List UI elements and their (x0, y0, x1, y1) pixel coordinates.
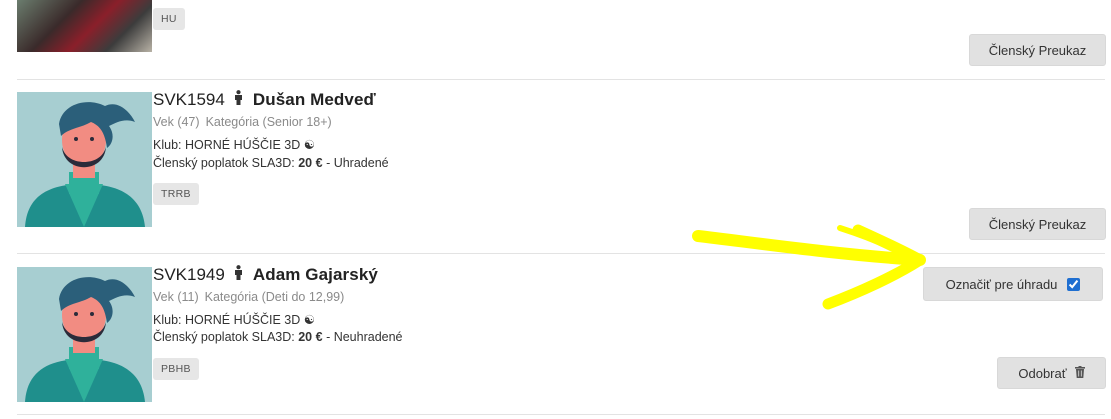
member-age: Vek (47) (153, 115, 200, 129)
club-name: HORNÉ HÚŠČIE 3D (184, 313, 301, 327)
fee-prefix: Členský poplatok SLA3D: (153, 156, 295, 170)
member-category: Kategória (Senior 18+) (205, 115, 332, 129)
member-fee: Členský poplatok SLA3D: 20 € - Neuhraden… (153, 330, 403, 344)
member-tag: HU (153, 8, 185, 30)
member-age: Vek (11) (153, 290, 199, 304)
remove-label: Odobrať (1018, 365, 1067, 381)
yin-yang-icon: ☯ (303, 313, 315, 327)
member-fee: Členský poplatok SLA3D: 20 € - Uhradené (153, 156, 389, 170)
mark-for-payment-label: Označiť pre úhradu (945, 276, 1058, 292)
person-icon (233, 90, 244, 110)
member-meta: Vek (47) Kategória (Senior 18+) (153, 115, 332, 129)
fee-status: - Uhradené (326, 156, 389, 170)
trash-icon (1074, 365, 1085, 381)
member-club: Klub: HORNÉ HÚŠČIE 3D ☯ (153, 137, 315, 152)
divider (17, 79, 1105, 80)
yin-yang-icon: ☯ (303, 138, 315, 152)
member-id: SVK1949 (153, 265, 225, 284)
divider (17, 414, 1105, 415)
mark-for-payment-button[interactable]: Označiť pre úhradu (923, 267, 1103, 301)
fee-amount: 20 € (298, 330, 323, 344)
club-name: HORNÉ HÚŠČIE 3D (184, 138, 301, 152)
remove-button[interactable]: Odobrať (997, 357, 1106, 389)
fee-prefix: Členský poplatok SLA3D: (153, 330, 295, 344)
member-tag: TRRB (153, 183, 199, 205)
member-name: Adam Gajarský (252, 265, 378, 284)
membership-card-button[interactable]: Členský Preukaz (969, 208, 1106, 240)
member-title: SVK1594 Dušan Medveď (153, 90, 376, 110)
club-prefix: Klub: (153, 138, 182, 152)
member-club: Klub: HORNÉ HÚŠČIE 3D ☯ (153, 312, 315, 327)
member-category: Kategória (Deti do 12,99) (204, 290, 345, 304)
member-tag: PBHB (153, 358, 199, 380)
person-icon (233, 265, 244, 285)
fee-amount: 20 € (298, 156, 323, 170)
club-prefix: Klub: (153, 313, 182, 327)
avatar (17, 267, 152, 402)
annotation-arrow-icon (692, 224, 926, 310)
member-title: SVK1949 Adam Gajarský (153, 265, 378, 285)
divider (17, 253, 1105, 254)
member-id: SVK1594 (153, 90, 225, 109)
mark-for-payment-checkbox[interactable] (1067, 277, 1081, 291)
fee-status: - Neuhradené (326, 330, 403, 344)
avatar (17, 92, 152, 227)
membership-card-button[interactable]: Členský Preukaz (969, 34, 1106, 66)
member-photo (17, 0, 152, 52)
member-meta: Vek (11) Kategória (Deti do 12,99) (153, 290, 344, 304)
member-name: Dušan Medveď (252, 90, 376, 109)
